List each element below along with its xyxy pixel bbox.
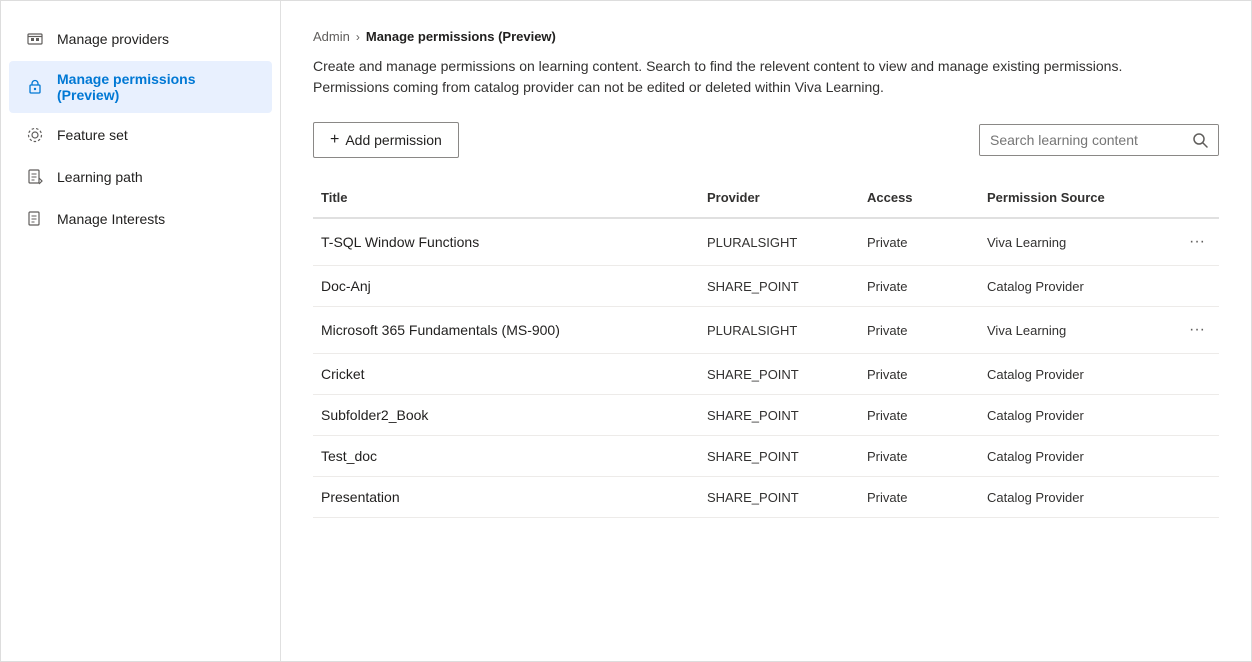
cell-access: Private	[859, 408, 979, 423]
cell-access: Private	[859, 449, 979, 464]
cell-title: Doc-Anj	[313, 278, 699, 294]
more-options-button[interactable]: ···	[1183, 319, 1211, 341]
table-row: Subfolder2_Book SHARE_POINT Private Cata…	[313, 395, 1219, 436]
cell-access: Private	[859, 235, 979, 250]
sidebar-item-manage-permissions-label: Manage permissions (Preview)	[57, 71, 256, 103]
manage-interests-icon	[25, 209, 45, 229]
sidebar-item-manage-permissions[interactable]: Manage permissions (Preview)	[9, 61, 272, 113]
permissions-table: Title Provider Access Permission Source …	[313, 178, 1219, 518]
cell-actions: ···	[1179, 231, 1219, 253]
cell-provider: SHARE_POINT	[699, 408, 859, 423]
search-input[interactable]	[980, 125, 1182, 155]
search-button[interactable]	[1182, 125, 1218, 155]
cell-actions: ···	[1179, 319, 1219, 341]
col-provider: Provider	[699, 186, 859, 209]
col-actions	[1179, 186, 1219, 209]
more-options-button[interactable]: ···	[1183, 231, 1211, 253]
breadcrumb-separator: ›	[356, 30, 360, 44]
cell-provider: PLURALSIGHT	[699, 323, 859, 338]
table-header: Title Provider Access Permission Source	[313, 178, 1219, 219]
search-box[interactable]	[979, 124, 1219, 156]
page-description: Create and manage permissions on learnin…	[313, 56, 1173, 98]
cell-title: Microsoft 365 Fundamentals (MS-900)	[313, 322, 699, 338]
toolbar: + Add permission	[313, 122, 1219, 158]
cell-source: Viva Learning	[979, 235, 1179, 250]
manage-permissions-icon	[25, 77, 45, 97]
sidebar-item-manage-providers[interactable]: Manage providers	[9, 19, 272, 59]
sidebar-item-manage-interests-label: Manage Interests	[57, 211, 165, 227]
col-permission-source: Permission Source	[979, 186, 1179, 209]
learning-path-icon	[25, 167, 45, 187]
cell-source: Catalog Provider	[979, 279, 1179, 294]
col-access: Access	[859, 186, 979, 209]
table-row: Microsoft 365 Fundamentals (MS-900) PLUR…	[313, 307, 1219, 354]
add-permission-button[interactable]: + Add permission	[313, 122, 459, 158]
table-row: Cricket SHARE_POINT Private Catalog Prov…	[313, 354, 1219, 395]
cell-source: Catalog Provider	[979, 449, 1179, 464]
sidebar: Manage providers Manage permissions (Pre…	[1, 1, 281, 661]
table-body: T-SQL Window Functions PLURALSIGHT Priva…	[313, 219, 1219, 518]
table-row: Test_doc SHARE_POINT Private Catalog Pro…	[313, 436, 1219, 477]
cell-provider: SHARE_POINT	[699, 367, 859, 382]
table-row: Doc-Anj SHARE_POINT Private Catalog Prov…	[313, 266, 1219, 307]
search-icon	[1192, 132, 1208, 148]
plus-icon: +	[330, 131, 339, 149]
table-row: Presentation SHARE_POINT Private Catalog…	[313, 477, 1219, 518]
cell-source: Catalog Provider	[979, 367, 1179, 382]
sidebar-item-feature-set-label: Feature set	[57, 127, 128, 143]
cell-title: Subfolder2_Book	[313, 407, 699, 423]
table-row: T-SQL Window Functions PLURALSIGHT Priva…	[313, 219, 1219, 266]
cell-provider: PLURALSIGHT	[699, 235, 859, 250]
col-title: Title	[313, 186, 699, 209]
cell-access: Private	[859, 367, 979, 382]
feature-set-icon	[25, 125, 45, 145]
cell-access: Private	[859, 279, 979, 294]
manage-providers-icon	[25, 29, 45, 49]
breadcrumb-current: Manage permissions (Preview)	[366, 29, 556, 44]
cell-source: Viva Learning	[979, 323, 1179, 338]
sidebar-item-learning-path[interactable]: Learning path	[9, 157, 272, 197]
sidebar-item-manage-interests[interactable]: Manage Interests	[9, 199, 272, 239]
sidebar-item-feature-set[interactable]: Feature set	[9, 115, 272, 155]
cell-access: Private	[859, 490, 979, 505]
cell-source: Catalog Provider	[979, 408, 1179, 423]
cell-source: Catalog Provider	[979, 490, 1179, 505]
breadcrumb: Admin › Manage permissions (Preview)	[313, 29, 1219, 44]
cell-provider: SHARE_POINT	[699, 490, 859, 505]
cell-title: Presentation	[313, 489, 699, 505]
cell-access: Private	[859, 323, 979, 338]
cell-title: T-SQL Window Functions	[313, 234, 699, 250]
cell-provider: SHARE_POINT	[699, 449, 859, 464]
cell-title: Test_doc	[313, 448, 699, 464]
main-content: Admin › Manage permissions (Preview) Cre…	[281, 1, 1251, 661]
cell-title: Cricket	[313, 366, 699, 382]
cell-provider: SHARE_POINT	[699, 279, 859, 294]
sidebar-item-learning-path-label: Learning path	[57, 169, 143, 185]
add-permission-label: Add permission	[345, 132, 442, 148]
sidebar-item-manage-providers-label: Manage providers	[57, 31, 169, 47]
breadcrumb-parent[interactable]: Admin	[313, 29, 350, 44]
